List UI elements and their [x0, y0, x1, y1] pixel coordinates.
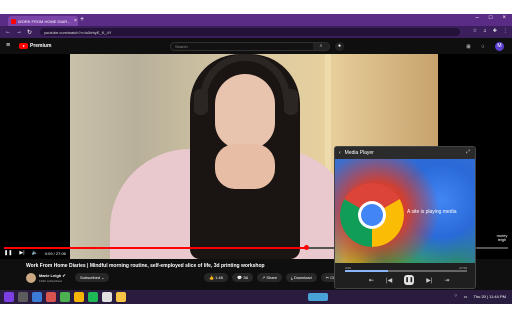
media-player-title: Media Player — [344, 150, 374, 156]
address-bar[interactable]: youtube.com/watch?v=lu5ehyE_K_4Y — [40, 28, 460, 36]
screen: WORK FROM HOME DIAR... × + – □ × ← → ↻ y… — [0, 0, 512, 320]
play-pause-button[interactable]: ❚❚ — [404, 275, 415, 285]
back-arrow-icon[interactable]: ‹ — [339, 150, 341, 156]
pin-icon[interactable]: ⤢ — [466, 149, 470, 155]
avatar[interactable]: M — [495, 42, 504, 51]
channel-watermark[interactable]: moley leigh — [492, 234, 512, 242]
toolbar-icons: ☆ ♫ ✚ ⋮ — [473, 28, 508, 34]
media-message: A site is playing media — [407, 209, 457, 215]
launcher-icon[interactable] — [4, 292, 14, 302]
next-track-icon[interactable]: ⇥ — [444, 277, 449, 284]
app-icon[interactable] — [102, 292, 112, 302]
system-tray: ⌔ ▭ Thu 20 | 11:44 PM — [454, 293, 506, 299]
media-controls: ⇤ |◀ ❚❚ ▶| ⇥ — [369, 275, 449, 285]
search-icon[interactable]: ⌕ — [313, 43, 329, 50]
person-hand — [215, 144, 275, 189]
youtube-logo[interactable]: Premium — [19, 43, 51, 49]
skip-forward-icon[interactable]: ▶| — [426, 277, 432, 284]
wifi-icon[interactable]: ⌔ — [454, 293, 458, 299]
channel-avatar[interactable] — [26, 273, 36, 283]
left-earcup — [194, 89, 208, 115]
bookmark-star-icon[interactable]: ☆ — [473, 28, 477, 34]
time-display: 0:09 / 27:06 — [44, 250, 66, 256]
chrome-logo-icon — [340, 183, 404, 247]
new-tab-button[interactable]: + — [80, 16, 84, 23]
media-artwork: A site is playing media — [335, 159, 475, 263]
create-icon[interactable]: ⊞ — [466, 44, 470, 50]
subscribed-button[interactable]: Subscribed ⌄ — [75, 273, 110, 282]
like-button[interactable]: 👍 1.4K — [204, 273, 229, 282]
files-icon[interactable] — [32, 292, 42, 302]
terminal-icon[interactable] — [18, 292, 28, 302]
header-right-actions: ⊞ ♢ M — [466, 42, 504, 51]
search-input[interactable]: Search — [175, 44, 188, 49]
clock[interactable]: Thu 20 | 11:44 PM — [473, 294, 506, 299]
youtube-play-icon — [19, 43, 28, 49]
browser-tab-strip: WORK FROM HOME DIAR... × + – □ × — [0, 14, 512, 26]
youtube-favicon-icon — [11, 18, 16, 24]
app-icon[interactable] — [46, 292, 56, 302]
right-earcup — [284, 89, 298, 115]
browser-menu-icon[interactable]: ⋮ — [503, 28, 508, 34]
battery-icon[interactable]: ▭ — [464, 294, 468, 299]
search-box[interactable]: Search ⌕ — [170, 42, 330, 51]
close-tab-icon[interactable]: × — [74, 18, 77, 24]
browser-tab[interactable]: WORK FROM HOME DIAR... × — [8, 16, 78, 26]
notifications-icon[interactable]: ♢ — [481, 44, 485, 50]
maximize-icon[interactable]: □ — [489, 15, 493, 21]
chrome-taskbar-icon[interactable] — [74, 292, 84, 302]
channel-name[interactable]: Marie Leigh ✔ — [39, 273, 66, 278]
download-label: Download — [293, 275, 312, 280]
tab-title: WORK FROM HOME DIAR... — [18, 18, 71, 24]
subscriber-count: 149K subscribers — [39, 279, 63, 283]
address-toolbar: ← → ↻ youtube.com/watch?v=lu5ehyE_K_4Y ☆… — [0, 26, 512, 38]
taskbar-apps — [4, 292, 126, 302]
next-icon[interactable]: ▶| — [19, 250, 24, 256]
media-player-header: ‹ Media Player ⤢ — [335, 147, 475, 159]
close-window-icon[interactable]: × — [502, 15, 506, 21]
progress-fill — [4, 247, 307, 249]
logo-text: Premium — [30, 43, 52, 49]
media-control-icon[interactable]: ♫ — [483, 28, 487, 34]
previous-track-icon[interactable]: ⇤ — [369, 277, 374, 284]
window-controls: – □ × — [476, 15, 506, 21]
app-icon[interactable] — [60, 292, 70, 302]
minimize-icon[interactable]: – — [476, 15, 479, 21]
player-controls: ❚❚ ▶| 🔈 0:09 / 27:06 — [4, 250, 66, 256]
spotify-icon[interactable] — [88, 292, 98, 302]
taskbar-active-window[interactable] — [308, 293, 328, 301]
back-icon[interactable]: ← — [5, 29, 11, 35]
like-count: 1.4K — [215, 275, 224, 280]
skip-back-icon[interactable]: |◀ — [386, 277, 392, 284]
volume-icon[interactable]: 🔈 — [32, 250, 38, 256]
share-label: Share — [266, 275, 278, 280]
folder-icon[interactable] — [116, 292, 126, 302]
video-actions: 👍 1.4K 💬 38 ↗ Share ⤓ Download ✂ Clip — [204, 273, 343, 282]
reload-icon[interactable]: ↻ — [27, 29, 32, 36]
comments-button[interactable]: 💬 38 — [232, 273, 253, 282]
media-progress-bar[interactable] — [345, 270, 467, 272]
pause-icon[interactable]: ❚❚ — [4, 250, 12, 256]
taskbar: ⌔ ▭ Thu 20 | 11:44 PM — [0, 290, 512, 304]
video-title: Work From Home Diaries | Mindful morning… — [26, 263, 265, 269]
youtube-header: ≡ Premium Search ⌕ ● ⊞ ♢ M — [0, 38, 512, 54]
url-text: youtube.com/watch?v=lu5ehyE_K_4Y — [44, 29, 112, 35]
media-progress-fill — [345, 270, 388, 272]
microphone-icon[interactable]: ● — [335, 42, 344, 51]
hamburger-menu-icon[interactable]: ≡ — [6, 42, 10, 49]
extensions-icon[interactable]: ✚ — [493, 28, 497, 34]
share-button[interactable]: ↗ Share — [256, 273, 283, 282]
forward-icon[interactable]: → — [16, 29, 22, 35]
download-button[interactable]: ⤓ Download — [286, 273, 317, 282]
comment-count: 38 — [243, 275, 248, 280]
media-player-popup[interactable]: ‹ Media Player ⤢ A site is playing media… — [334, 146, 476, 289]
